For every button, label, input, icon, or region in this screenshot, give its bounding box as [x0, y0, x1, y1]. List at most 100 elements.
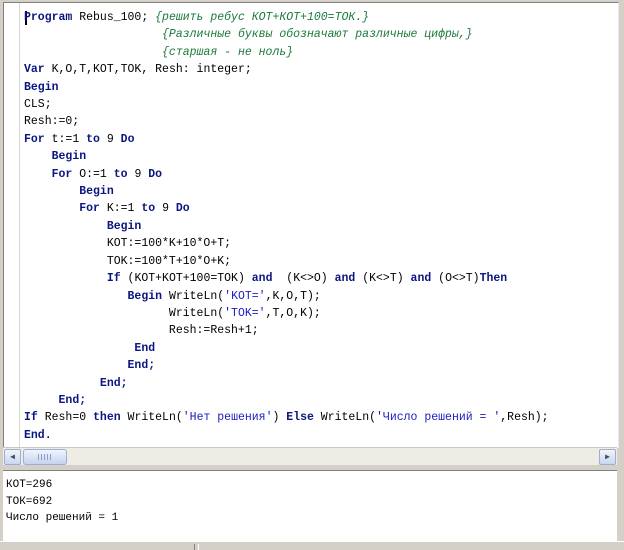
- keyword-token: and: [334, 272, 356, 286]
- code-line: End;: [24, 375, 549, 392]
- keyword-token: and: [251, 272, 273, 286]
- code-token: ): [272, 411, 287, 425]
- keyword-token: Program: [24, 11, 73, 24]
- keyword-token: to: [141, 202, 156, 216]
- code-token: Resh:=Resh+1;: [24, 324, 259, 338]
- output-line: КОТ=296: [6, 479, 53, 491]
- code-token: KOT:=100*K+10*O+T;: [24, 237, 232, 251]
- output-window[interactable]: КОТ=296 ТОК=692 Число решений = 1: [3, 470, 617, 541]
- code-token: (KOT+KOT+100=TOK): [120, 272, 252, 286]
- code-editor[interactable]: Program Rebus_100; {решить ребус КОТ+КОТ…: [3, 2, 619, 448]
- keyword-token: If: [106, 272, 121, 286]
- code-line: Begin: [24, 218, 549, 235]
- comment-token: {решить ребус КОТ+КОТ+100=ТОК.}: [155, 11, 370, 24]
- keyword-token: Begin: [24, 80, 59, 94]
- string-token: 'KOT=': [224, 289, 266, 303]
- keyword-token: Then: [479, 272, 508, 286]
- keyword-token: End;: [58, 393, 87, 407]
- code-line: Begin: [24, 79, 549, 96]
- code-token: 9: [155, 202, 176, 216]
- keyword-token: End: [134, 341, 156, 355]
- code-token: Resh=0: [37, 411, 94, 425]
- horizontal-scrollbar[interactable]: ◀ ▶: [3, 447, 617, 465]
- code-line: Begin WriteLn('KOT=',K,O,T);: [24, 288, 549, 305]
- code-line: If Resh=0 then WriteLn('Нет решения') El…: [24, 409, 549, 426]
- code-token: ,T,O,K);: [265, 306, 321, 320]
- grip-icon: [38, 454, 52, 460]
- code-token: WriteLn(: [24, 306, 225, 320]
- code-token: WriteLn(: [120, 411, 183, 425]
- code-token: ,Resh);: [500, 411, 549, 425]
- editor-gutter: [19, 3, 20, 448]
- keyword-token: and: [410, 272, 432, 286]
- code-token: Resh:=0;: [24, 115, 80, 129]
- code-token: WriteLn(: [313, 411, 377, 425]
- keyword-token: Begin: [127, 289, 163, 303]
- string-token: 'TOK=': [224, 306, 266, 320]
- code-line: For K:=1 to 9 Do: [24, 200, 549, 217]
- scrollbar-thumb[interactable]: [23, 449, 67, 465]
- code-line: Program Rebus_100; {решить ребус КОТ+КОТ…: [24, 9, 549, 26]
- code-token: Rebus_100;: [72, 11, 156, 24]
- code-token: K,O,T,KOT,TOK, Resh: integer;: [44, 63, 252, 77]
- keyword-token: For: [24, 132, 45, 146]
- code-line: End: [24, 340, 549, 357]
- keyword-token: For: [51, 167, 73, 181]
- code-line: WriteLn('TOK=',T,O,K);: [24, 305, 549, 322]
- code-line: Resh:=0;: [24, 113, 549, 130]
- scroll-left-button[interactable]: ◀: [4, 449, 21, 465]
- code-token: (K<>T): [355, 272, 411, 286]
- triangle-right-icon: ▶: [605, 452, 610, 461]
- status-panel-1: [4, 544, 195, 550]
- output-line: Число решений = 1: [6, 512, 119, 524]
- code-line: If (KOT+KOT+100=TOK) and (K<>O) and (K<>…: [24, 270, 549, 287]
- string-token: 'Число решений = ': [376, 411, 501, 425]
- code-line: Resh:=Resh+1;: [24, 322, 549, 339]
- code-token: (K<>O): [272, 272, 335, 286]
- scroll-right-button[interactable]: ▶: [599, 449, 616, 465]
- string-token: 'Нет решения': [182, 411, 273, 425]
- code-line: KOT:=100*K+10*O+T;: [24, 235, 549, 252]
- code-token: WriteLn(: [162, 289, 225, 303]
- code-line: Begin: [24, 148, 549, 165]
- code-token: O:=1: [72, 167, 114, 181]
- code-line: End.: [24, 427, 549, 444]
- source-code[interactable]: Program Rebus_100; {решить ребус КОТ+КОТ…: [24, 9, 549, 444]
- keyword-token: Do: [148, 167, 163, 181]
- keyword-token: Var: [24, 63, 45, 77]
- comment-token: {старшая - не ноль}: [162, 45, 294, 59]
- keyword-token: Begin: [106, 219, 142, 233]
- code-token: 9: [99, 132, 121, 146]
- code-token: (O<>T): [431, 272, 480, 286]
- keyword-token: Begin: [51, 150, 87, 164]
- keyword-token: If: [24, 411, 38, 425]
- code-line: Begin: [24, 183, 549, 200]
- ide-window: Program Rebus_100; {решить ребус КОТ+КОТ…: [0, 0, 624, 550]
- code-token: ,K,O,T);: [265, 289, 321, 303]
- keyword-token: End;: [99, 376, 128, 390]
- code-line: {Различные буквы обозначают различные ци…: [24, 26, 549, 43]
- triangle-left-icon: ◀: [10, 452, 15, 461]
- output-text: КОТ=296 ТОК=692 Число решений = 1: [6, 477, 118, 527]
- keyword-token: Do: [175, 202, 190, 216]
- code-token: TOK:=100*T+10*O+K;: [24, 254, 232, 268]
- code-line: For t:=1 to 9 Do: [24, 131, 549, 148]
- keyword-token: to: [113, 167, 128, 181]
- keyword-token: End.: [24, 428, 52, 442]
- keyword-token: End;: [127, 359, 156, 373]
- keyword-token: to: [86, 132, 100, 146]
- keyword-token: Begin: [79, 185, 114, 199]
- keyword-token: For: [79, 202, 100, 216]
- code-token: CLS;: [24, 98, 52, 112]
